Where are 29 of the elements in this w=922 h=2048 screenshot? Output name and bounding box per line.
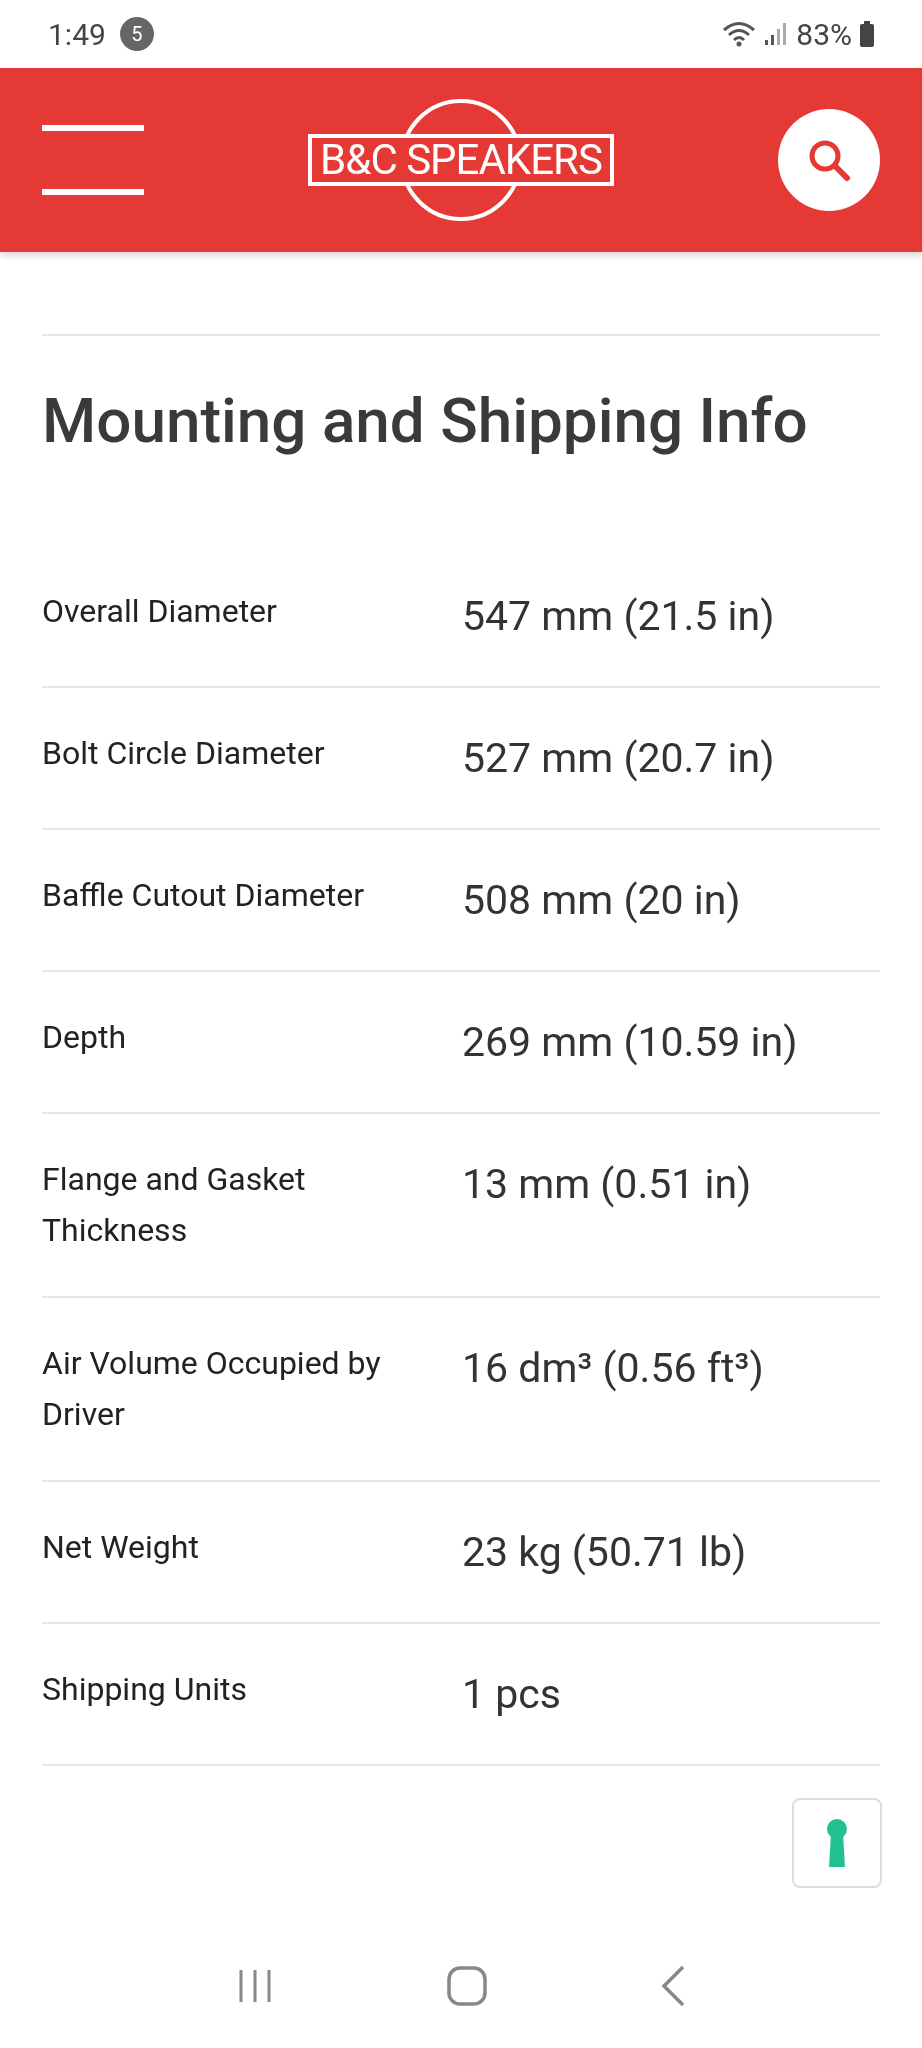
spec-value: 269 mm (10.59 in)	[462, 1017, 799, 1068]
spec-label: Shipping Units	[42, 1669, 248, 1710]
spec-value: 508 mm (20 in)	[462, 875, 742, 926]
wifi-icon	[722, 20, 757, 48]
spec-label: Depth	[42, 1017, 128, 1058]
spec-value: 16 dm³ (0.56 ft³)	[462, 1343, 765, 1394]
signal-icon	[764, 22, 789, 46]
spec-label: Air Volume Occupied by Driver	[42, 1343, 382, 1435]
search-icon	[807, 138, 851, 182]
logo: B&C SPEAKERS	[308, 134, 614, 186]
spec-label: Flange and Gasket Thickness	[42, 1159, 307, 1251]
status-time: 1:49	[48, 15, 106, 54]
spec-value: 527 mm (20.7 in)	[462, 733, 776, 784]
spec-value: 13 mm (0.51 in)	[462, 1159, 753, 1210]
spec-value: 547 mm (21.5 in)	[462, 591, 776, 642]
keyhole-icon	[827, 1819, 847, 1867]
section-title: Mounting and Shipping Info	[42, 383, 809, 459]
spec-label: Baffle Cutout Diameter	[42, 875, 365, 916]
battery-percent: 83%	[796, 15, 852, 54]
menu-icon[interactable]	[42, 125, 144, 195]
spec-value: 23 kg (50.71 lb)	[462, 1527, 748, 1578]
spec-label: Bolt Circle Diameter	[42, 733, 326, 774]
feedback-button[interactable]	[792, 1798, 882, 1888]
notification-count: 5	[119, 17, 154, 51]
spec-label: Net Weight	[42, 1527, 200, 1568]
battery-icon	[860, 21, 874, 47]
spec-value: 1 pcs	[462, 1669, 562, 1720]
home-icon[interactable]	[446, 1965, 488, 2007]
spec-label: Overall Diameter	[42, 591, 278, 632]
